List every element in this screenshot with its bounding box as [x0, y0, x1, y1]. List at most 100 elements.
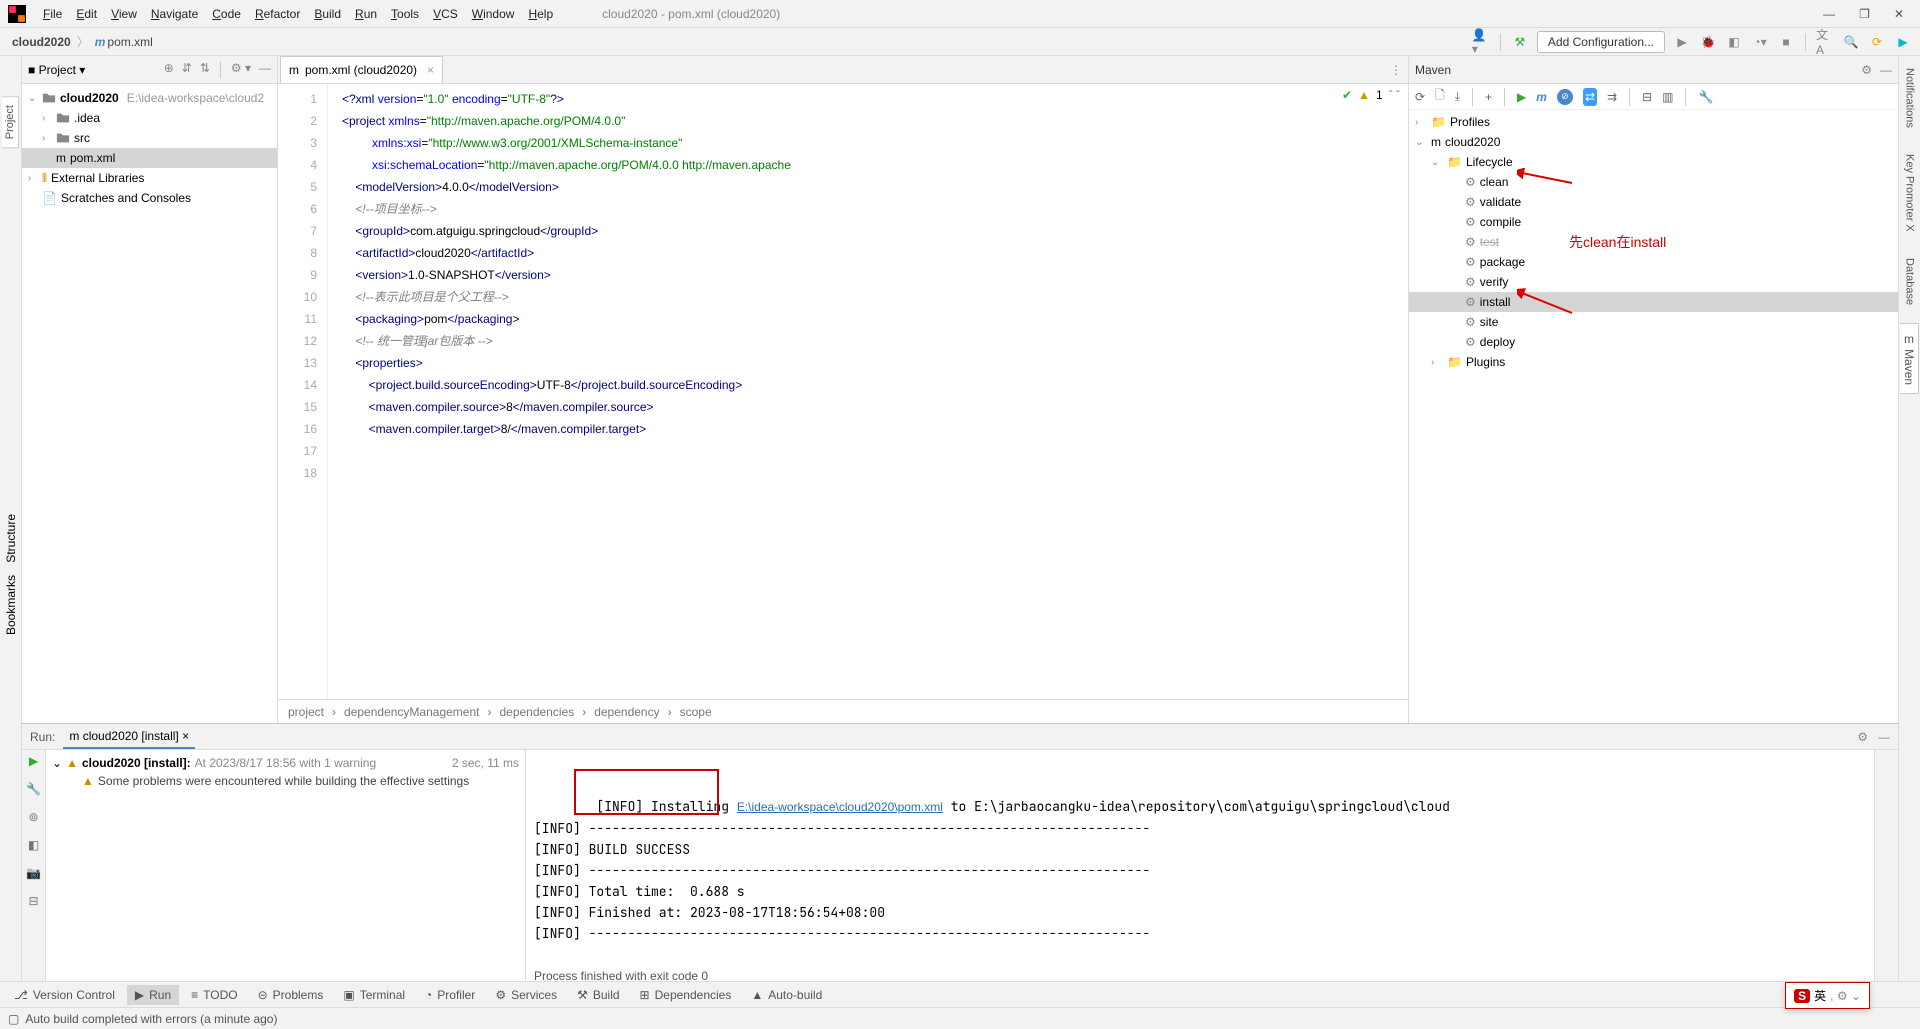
menu-window[interactable]: Window — [465, 4, 522, 24]
add-configuration-button[interactable]: Add Configuration... — [1537, 31, 1665, 53]
database-tab[interactable]: Database — [1902, 250, 1918, 313]
run-maven-icon[interactable]: ▶ — [1517, 90, 1526, 104]
menu-help[interactable]: Help — [521, 4, 560, 24]
show-structure-icon[interactable]: ▥ — [1662, 90, 1673, 104]
maven-compile[interactable]: ⚙compile — [1409, 212, 1898, 232]
maximize-icon[interactable]: ❐ — [1859, 7, 1870, 21]
editor-breadcrumb[interactable]: project›dependencyManagement›dependencie… — [278, 699, 1408, 723]
minimize-icon[interactable]: — — [1823, 7, 1835, 21]
hide-run-icon[interactable]: — — [1878, 730, 1890, 744]
folder-src[interactable]: ›src — [22, 128, 277, 148]
bottom-tab-run[interactable]: ▶Run — [127, 985, 179, 1005]
run-config-tab[interactable]: m cloud2020 [install] × — [63, 725, 195, 749]
menu-build[interactable]: Build — [307, 4, 348, 24]
project-root[interactable]: ⌄cloud2020E:\idea-workspace\cloud2 — [22, 88, 277, 108]
search-icon[interactable]: 🔍 — [1842, 33, 1860, 51]
maven-plugins[interactable]: ›📁Plugins — [1409, 352, 1898, 372]
code-with-me-icon[interactable]: ▶ — [1894, 33, 1912, 51]
close-window-icon[interactable]: ✕ — [1894, 7, 1904, 21]
hide-panel-icon[interactable]: — — [259, 61, 271, 79]
run-console-output[interactable]: [INFO] Installing E:\idea-workspace\clou… — [526, 750, 1874, 981]
toggle-offline-icon[interactable]: ⇄ — [1583, 88, 1597, 106]
collapse-icon[interactable]: ⊟ — [1642, 90, 1652, 104]
build-hammer-icon[interactable]: ⚒ — [1511, 33, 1529, 51]
maven-cloud2020[interactable]: ⌄mcloud2020 — [1409, 132, 1898, 152]
maven-profiles[interactable]: ›📁Profiles — [1409, 112, 1898, 132]
settings-gear-icon[interactable]: ⚙ ▾ — [231, 61, 251, 79]
rerun-icon[interactable]: ▶ — [29, 754, 38, 768]
menu-file[interactable]: File — [36, 4, 69, 24]
breadcrumb-file[interactable]: mpom.xml — [91, 33, 157, 51]
coverage-icon[interactable]: ◧ — [1725, 33, 1743, 51]
generate-icon[interactable]: 🗋 — [1435, 86, 1445, 107]
profile-icon[interactable]: ◔▾ — [1751, 33, 1769, 51]
show-deps-icon[interactable]: ⇉ — [1607, 90, 1617, 104]
select-opened-icon[interactable]: ⊕ — [164, 61, 174, 79]
run-settings-icon[interactable]: ⚙ — [1857, 730, 1868, 744]
run-icon[interactable]: ▶ — [1673, 33, 1691, 51]
notifications-tab[interactable]: Notifications — [1902, 60, 1918, 136]
bottom-tab-version-control[interactable]: ⎇Version Control — [6, 985, 123, 1005]
structure-tool-tab[interactable]: Structure — [4, 514, 18, 563]
close-run-tab-icon[interactable]: × — [182, 729, 189, 743]
run-exit-icon[interactable]: ⊟ — [28, 894, 38, 908]
ide-update-icon[interactable]: ⟳ — [1868, 33, 1886, 51]
debug-icon[interactable]: 🐞 — [1699, 33, 1717, 51]
menu-edit[interactable]: Edit — [69, 4, 104, 24]
maven-deploy[interactable]: ⚙deploy — [1409, 332, 1898, 352]
run-filter-icon[interactable]: ⊚ — [28, 810, 38, 824]
inspection-status[interactable]: ✔▲1 ˆ ˇ — [1342, 88, 1400, 102]
menu-run[interactable]: Run — [348, 4, 384, 24]
folder-idea[interactable]: ›.idea — [22, 108, 277, 128]
bottom-tab-profiler[interactable]: ◔Profiler — [417, 985, 483, 1005]
keypromoter-tab[interactable]: Key Promoter X — [1902, 146, 1918, 240]
bottom-tab-terminal[interactable]: ▣Terminal — [335, 985, 413, 1005]
maven-install[interactable]: ⚙install — [1409, 292, 1898, 312]
bookmarks-tool-tab[interactable]: Bookmarks — [4, 575, 18, 635]
collapse-all-icon[interactable]: ⇅ — [200, 61, 210, 79]
bottom-tab-problems[interactable]: ⊝Problems — [250, 985, 332, 1005]
reload-icon[interactable]: ⟳ — [1415, 90, 1425, 104]
maven-clean[interactable]: ⚙clean — [1409, 172, 1898, 192]
menu-refactor[interactable]: Refactor — [248, 4, 307, 24]
expand-all-icon[interactable]: ⇵ — [182, 61, 192, 79]
bottom-tab-auto-build[interactable]: ▲Auto-build — [743, 985, 830, 1005]
menu-navigate[interactable]: Navigate — [144, 4, 205, 24]
download-icon[interactable]: ⤓ — [1455, 89, 1460, 104]
close-tab-icon[interactable]: × — [427, 63, 434, 77]
maven-wrench-icon[interactable]: 🔧 — [1698, 90, 1713, 104]
maven-tab[interactable]: m Maven — [1900, 323, 1919, 394]
code-editor[interactable]: 123456789101112131415161718 <?xml versio… — [278, 84, 1408, 699]
run-camera-icon[interactable]: 📷 — [26, 866, 41, 880]
bottom-tab-build[interactable]: ⚒Build — [569, 985, 627, 1005]
menu-vcs[interactable]: VCS — [426, 4, 465, 24]
menu-code[interactable]: Code — [205, 4, 248, 24]
project-tool-tab[interactable]: Project — [2, 96, 19, 148]
run-wrench-icon[interactable]: 🔧 — [26, 782, 41, 796]
hide-maven-icon[interactable]: — — [1880, 63, 1892, 77]
file-pom-xml[interactable]: mpom.xml — [22, 148, 277, 168]
menu-view[interactable]: View — [104, 4, 144, 24]
breadcrumb-project[interactable]: cloud2020 — [8, 33, 75, 51]
run-build-tree[interactable]: ⌄▲ cloud2020 [install]: At 2023/8/17 18:… — [46, 750, 526, 981]
run-export-icon[interactable]: ◧ — [28, 838, 39, 852]
translate-icon[interactable]: 文A — [1816, 33, 1834, 51]
ime-indicator[interactable]: S英 , ⚙ ⌄ — [1785, 982, 1870, 1009]
maven-site[interactable]: ⚙site — [1409, 312, 1898, 332]
maven-verify[interactable]: ⚙verify — [1409, 272, 1898, 292]
editor-tab-pom[interactable]: mpom.xml (cloud2020)× — [280, 56, 443, 83]
external-libraries[interactable]: ›⫴External Libraries — [22, 168, 277, 188]
bottom-tab-dependencies[interactable]: ⊞Dependencies — [632, 985, 740, 1005]
user-icon[interactable]: 👤▾ — [1472, 33, 1490, 51]
scratches-consoles[interactable]: 📄Scratches and Consoles — [22, 188, 277, 208]
maven-test[interactable]: ⚙test — [1409, 232, 1898, 252]
bottom-tab-services[interactable]: ⚙Services — [487, 985, 565, 1005]
status-square-icon[interactable]: ▢ — [8, 1012, 19, 1026]
editor-tab-more-icon[interactable]: ⋮ — [1390, 63, 1402, 77]
maven-package[interactable]: ⚙package — [1409, 252, 1898, 272]
maven-validate[interactable]: ⚙validate — [1409, 192, 1898, 212]
menu-tools[interactable]: Tools — [384, 4, 426, 24]
bottom-tab-todo[interactable]: ≡TODO — [183, 985, 245, 1005]
maven-settings-icon[interactable]: ⚙ — [1861, 63, 1872, 77]
maven-lifecycle[interactable]: ⌄📁Lifecycle — [1409, 152, 1898, 172]
